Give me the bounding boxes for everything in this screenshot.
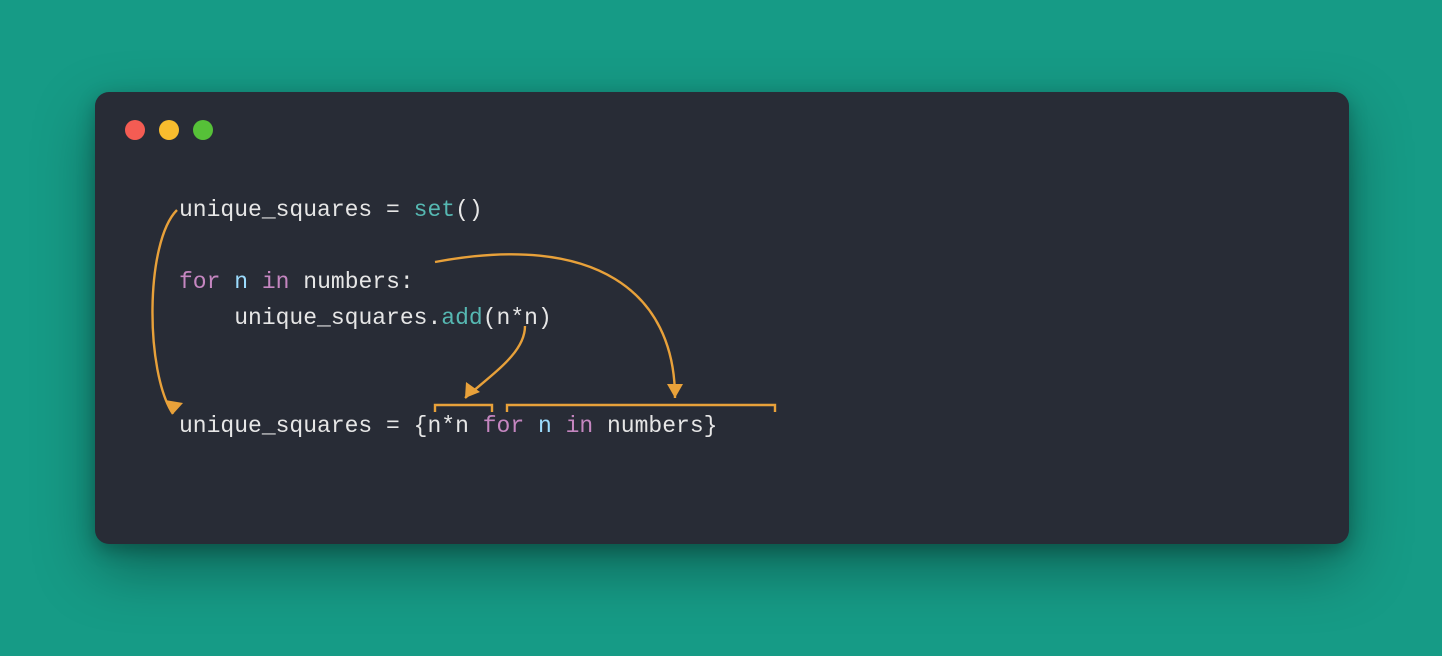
identifier-unique-squares: unique_squares: [179, 197, 372, 223]
paren-close: ): [538, 305, 552, 331]
stage: unique_squares = set() for n in numbers:…: [0, 0, 1442, 656]
variable-n: n: [538, 413, 552, 439]
space: [552, 413, 566, 439]
space: [289, 269, 303, 295]
brace-close: }: [704, 413, 718, 439]
identifier-numbers: numbers: [607, 413, 704, 439]
brace-open: {: [414, 413, 428, 439]
equals-sign: =: [372, 197, 413, 223]
dot: .: [427, 305, 441, 331]
close-icon[interactable]: [125, 120, 145, 140]
identifier-unique-squares: unique_squares: [234, 305, 427, 331]
zoom-icon[interactable]: [193, 120, 213, 140]
space: [593, 413, 607, 439]
minimize-icon[interactable]: [159, 120, 179, 140]
keyword-in: in: [566, 413, 594, 439]
window-traffic-lights: [125, 120, 213, 140]
code-window: unique_squares = set() for n in numbers:…: [95, 92, 1349, 544]
expr-n: n: [427, 413, 441, 439]
space: [469, 413, 483, 439]
function-set: set: [414, 197, 455, 223]
code-block: unique_squares = set() for n in numbers:…: [179, 192, 717, 444]
arg-n: n: [524, 305, 538, 331]
keyword-in: in: [262, 269, 290, 295]
identifier-unique-squares: unique_squares: [179, 413, 372, 439]
arg-n: n: [497, 305, 511, 331]
keyword-for: for: [483, 413, 524, 439]
colon: :: [400, 269, 414, 295]
operator-star: *: [510, 305, 524, 331]
code-line-1: unique_squares = set(): [179, 197, 483, 223]
method-add: add: [441, 305, 482, 331]
identifier-numbers: numbers: [303, 269, 400, 295]
indent: [179, 305, 234, 331]
expr-n: n: [455, 413, 469, 439]
space: [524, 413, 538, 439]
variable-n: n: [234, 269, 248, 295]
code-line-7: unique_squares = {n*n for n in numbers}: [179, 413, 717, 439]
arrow-variable: [152, 210, 177, 414]
equals-sign: =: [372, 413, 413, 439]
keyword-for: for: [179, 269, 220, 295]
code-line-4: unique_squares.add(n*n): [179, 305, 552, 331]
operator-star: *: [441, 413, 455, 439]
paren-open: (: [483, 305, 497, 331]
space: [248, 269, 262, 295]
code-line-3: for n in numbers:: [179, 269, 414, 295]
space: [220, 269, 234, 295]
parens: (): [455, 197, 483, 223]
